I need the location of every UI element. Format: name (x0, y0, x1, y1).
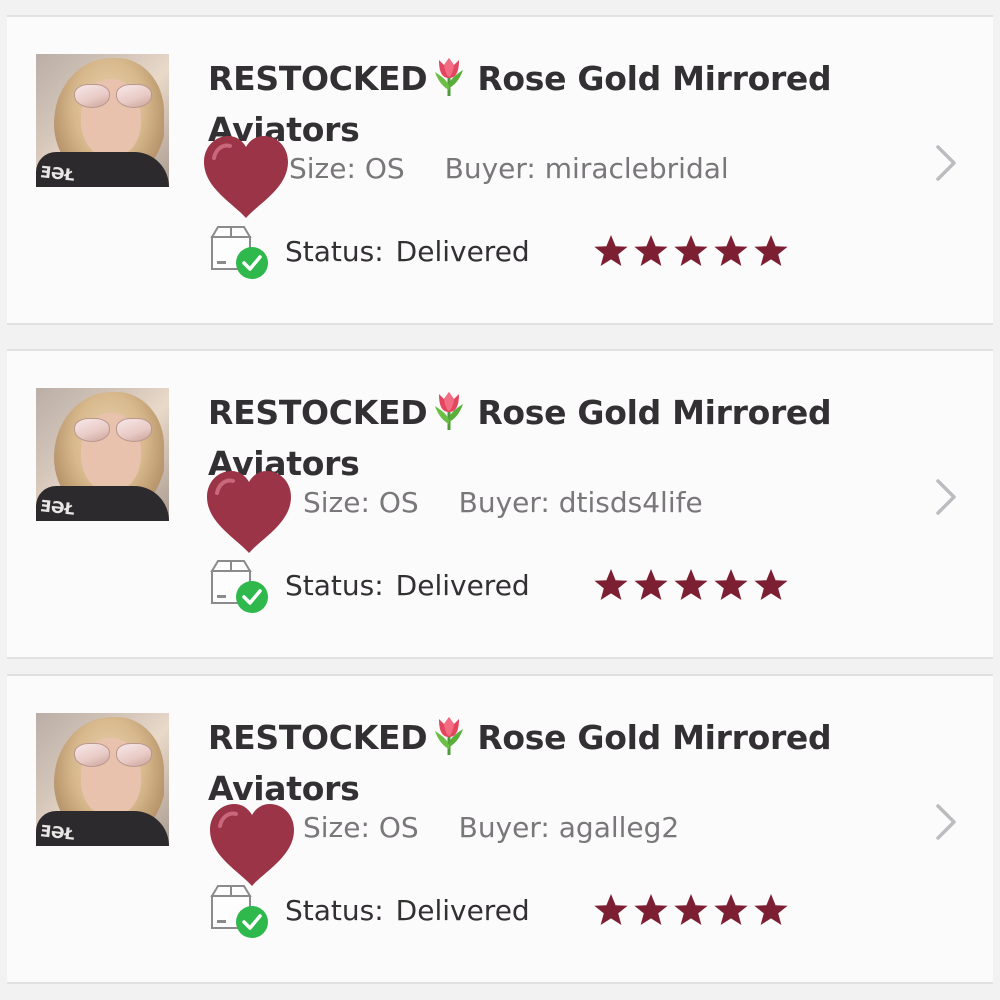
status-text: Status: Delivered (285, 894, 530, 927)
title-prefix: RESTOCKED (208, 393, 428, 432)
chevron-right-icon[interactable] (932, 802, 960, 842)
buyer-value[interactable]: agalleg2 (559, 811, 679, 844)
sold-orders-list: ƎƏŁ RESTOCKED Rose Gold Mirrored Aviators… (0, 0, 1000, 1000)
chevron-right-icon[interactable] (932, 143, 960, 183)
status-row: Status: Delivered (208, 559, 808, 615)
status-label: Status: (285, 894, 384, 927)
size-label: Size: (303, 486, 370, 519)
listing-title: RESTOCKED Rose Gold Mirrored Aviators (208, 53, 908, 155)
rating-stars (593, 567, 793, 605)
star-icon (753, 892, 789, 928)
tulip-icon (431, 56, 467, 98)
buyer-value[interactable]: dtisds4life (559, 486, 703, 519)
status-text: Status: Delivered (285, 569, 530, 602)
chevron-right-icon[interactable] (932, 477, 960, 517)
rating-stars (593, 233, 793, 271)
package-delivered-icon (208, 225, 270, 281)
star-icon (753, 233, 789, 269)
status-label: Status: (285, 569, 384, 602)
buyer-value[interactable]: miraclebridal (545, 152, 729, 185)
heart-icon (206, 800, 298, 890)
status-value: Delivered (395, 235, 530, 268)
buyer-label: Buyer: (444, 152, 536, 185)
status-row: Status: Delivered (208, 884, 808, 940)
star-icon (593, 892, 629, 928)
size-label: Size: (303, 811, 370, 844)
star-icon (633, 567, 669, 603)
heart-icon (200, 132, 292, 222)
size-label: Size: (289, 152, 356, 185)
star-icon (713, 892, 749, 928)
title-prefix: RESTOCKED (208, 718, 428, 757)
rating-stars (593, 892, 793, 930)
status-value: Delivered (395, 894, 530, 927)
package-delivered-icon (208, 884, 270, 940)
status-text: Status: Delivered (285, 235, 530, 268)
title-prefix: RESTOCKED (208, 59, 428, 98)
order-meta: Size: OS Buyer: dtisds4life (303, 486, 703, 519)
star-icon (593, 567, 629, 603)
status-row: Status: Delivered (208, 225, 808, 281)
star-icon (713, 233, 749, 269)
star-icon (753, 567, 789, 603)
listing-title: RESTOCKED Rose Gold Mirrored Aviators (208, 387, 908, 489)
product-thumbnail: ƎƏŁ (36, 713, 169, 846)
product-thumbnail: ƎƏŁ (36, 388, 169, 521)
size-value: OS (364, 152, 405, 185)
package-delivered-icon (208, 559, 270, 615)
star-icon (673, 233, 709, 269)
status-label: Status: (285, 235, 384, 268)
star-icon (673, 892, 709, 928)
order-row[interactable]: ƎƏŁ RESTOCKED Rose Gold Mirrored Aviators… (7, 674, 993, 984)
star-icon (633, 892, 669, 928)
tulip-icon (431, 715, 467, 757)
tulip-icon (431, 390, 467, 432)
star-icon (633, 233, 669, 269)
order-row[interactable]: ƎƏŁ RESTOCKED Rose Gold Mirrored Aviators… (7, 15, 993, 325)
product-thumbnail: ƎƏŁ (36, 54, 169, 187)
order-meta: Size: OS Buyer: agalleg2 (303, 811, 679, 844)
size-value: OS (378, 811, 419, 844)
buyer-label: Buyer: (458, 811, 550, 844)
star-icon (713, 567, 749, 603)
heart-icon (203, 467, 295, 557)
buyer-label: Buyer: (458, 486, 550, 519)
listing-title: RESTOCKED Rose Gold Mirrored Aviators (208, 712, 908, 814)
star-icon (673, 567, 709, 603)
order-row[interactable]: ƎƏŁ RESTOCKED Rose Gold Mirrored Aviators… (7, 349, 993, 659)
status-value: Delivered (395, 569, 530, 602)
size-value: OS (378, 486, 419, 519)
star-icon (593, 233, 629, 269)
order-meta: Size: OS Buyer: miraclebridal (289, 152, 729, 185)
